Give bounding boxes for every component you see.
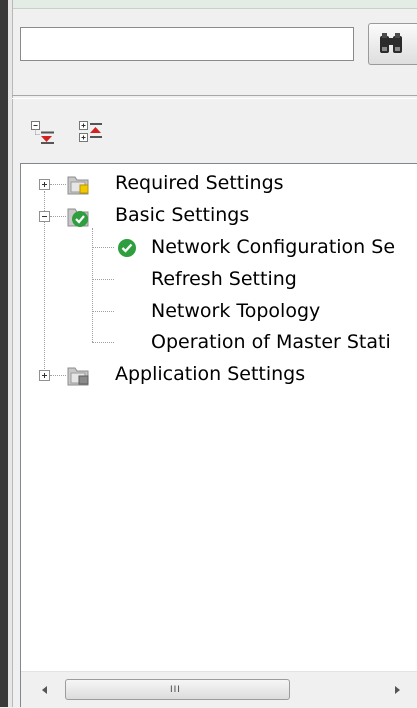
splitter[interactable] [8, 0, 13, 707]
scroll-right-icon[interactable] [389, 682, 405, 698]
collapse-all-button[interactable] [30, 120, 56, 146]
tree-item-application-settings[interactable]: Application Settings [115, 360, 305, 388]
folder-icon [67, 367, 89, 386]
expand-all-button[interactable] [78, 120, 104, 146]
tree-item-network-topology[interactable]: Network Topology [151, 297, 320, 325]
tree-item-refresh-setting[interactable]: Refresh Setting [151, 265, 297, 293]
scroll-left-icon[interactable] [37, 682, 53, 698]
tree-line [92, 228, 93, 342]
tree-item-operation-of-master-station[interactable]: Operation of Master Stati [151, 328, 391, 356]
check-icon [118, 239, 136, 257]
tree-item-required-settings[interactable]: Required Settings [115, 169, 284, 197]
expand-toggle-required[interactable] [39, 179, 50, 190]
toolbar-separator [12, 95, 417, 99]
tree-line [50, 184, 66, 185]
expand-all-icon [79, 121, 102, 142]
folder-check-icon [67, 208, 89, 227]
tree-line [92, 247, 114, 248]
horizontal-scrollbar[interactable]: III [21, 671, 417, 708]
tree-item-basic-settings[interactable]: Basic Settings [115, 201, 249, 229]
tree-line [92, 342, 114, 343]
window-edge [0, 0, 8, 707]
scrollbar-grip: III [170, 685, 181, 695]
tree-line [92, 279, 114, 280]
scrollbar-thumb[interactable]: III [65, 679, 290, 700]
tree-item-network-configuration[interactable]: Network Configuration Se [151, 233, 395, 261]
top-strip [0, 0, 417, 9]
tree-line [92, 311, 114, 312]
collapse-toggle-basic[interactable] [39, 211, 50, 222]
tree-line [50, 216, 66, 217]
search-input[interactable] [20, 27, 354, 61]
search-button[interactable] [368, 23, 417, 65]
binoculars-icon [380, 33, 402, 53]
settings-tree[interactable]: Required Settings Basic Settings Network… [20, 163, 417, 707]
collapse-all-icon [31, 121, 54, 144]
folder-icon [67, 176, 89, 195]
expand-toggle-application[interactable] [39, 370, 50, 381]
tree-line [50, 375, 66, 376]
